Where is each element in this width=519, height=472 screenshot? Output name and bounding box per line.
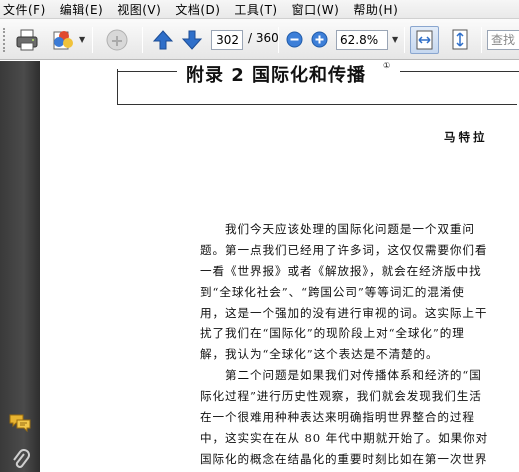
menu-document[interactable]: 文档(D) (175, 1, 220, 18)
comments-button[interactable] (8, 412, 32, 434)
text-line: 国际化的概念在结晶化的重要时刻比如在第一次世界 (200, 451, 488, 466)
print-icon (16, 29, 38, 51)
attachments-button[interactable] (12, 449, 30, 471)
create-pdf-dropdown-icon[interactable]: ▼ (79, 35, 85, 44)
menu-bar: 文件(F) 编辑(E) 视图(V) 文档(D) 工具(T) 窗口(W) 帮助(H… (0, 0, 519, 19)
text-line: 题。第一点我们已经用了许多词，这仅仅需要你们看 (200, 242, 488, 257)
menu-help[interactable]: 帮助(H) (353, 1, 398, 18)
search-input[interactable]: 查找 (487, 30, 519, 50)
page-number-value: 302 (216, 33, 239, 47)
toolbar-grip[interactable] (3, 28, 7, 52)
toolbar-separator (404, 27, 405, 53)
zoom-in-icon (311, 31, 328, 48)
attachments-icon (13, 449, 30, 468)
text-line: 扰了我们在“国际化”的现阶段上对“全球化”的理 (200, 326, 465, 341)
next-page-button[interactable] (180, 28, 204, 52)
text-line: 我们今天应该处理的国际化问题是一个双重问 (200, 222, 475, 236)
next-page-icon (181, 30, 203, 50)
appendix-title: 附录 2 国际化和传播 (186, 65, 367, 86)
text-line: 到“全球化社会”、“跨国公司”等等词汇的混淆使 (200, 284, 465, 299)
document-page[interactable]: 附录 2 国际化和传播 ① 马特拉 我们今天应该处理的国际化问题是一个双重问 题。… (40, 61, 519, 472)
toolbar-separator (92, 27, 93, 53)
fit-width-button[interactable] (410, 26, 439, 54)
page-number-input[interactable]: 302 (211, 30, 243, 50)
comments-icon (9, 414, 31, 433)
footnote-mark: ① (383, 61, 391, 70)
zoom-level-value: 62.8% (340, 33, 379, 47)
menu-view[interactable]: 视图(V) (117, 1, 161, 18)
print-button[interactable] (14, 27, 40, 53)
zoom-level-input[interactable]: 62.8% (336, 30, 388, 50)
toolbar-separator (142, 27, 143, 53)
menu-tools[interactable]: 工具(T) (234, 1, 277, 18)
collaborate-icon (106, 29, 128, 51)
fit-page-button[interactable] (446, 26, 474, 54)
zoom-out-button[interactable] (286, 31, 303, 48)
collaborate-button[interactable] (104, 27, 130, 53)
text-line: 际化过程”进行历史性观察，我们就会发现我们生活 (200, 389, 482, 404)
menu-window[interactable]: 窗口(W) (292, 1, 340, 18)
toolbar-separator (278, 27, 279, 53)
create-pdf-icon (53, 31, 73, 50)
text-line: 第二个问题是如果我们对传播体系和经济的“国 (200, 368, 482, 383)
menu-file[interactable]: 文件(F) (3, 1, 46, 18)
total-pages: / 360 (248, 31, 279, 45)
fit-width-icon (416, 30, 433, 50)
heading-rule-right (400, 71, 519, 72)
text-line: 中，这实实在在从 80 年代中期就开始了。如果你对 (200, 430, 489, 445)
navigation-panel (0, 61, 40, 472)
text-line: 一看《世界报》或者《解放报》，就会在经济版中找 (200, 263, 482, 278)
create-pdf-button[interactable] (50, 27, 76, 53)
text-line: 用，这是一个强加的没有进行审视的词。这实际上干 (200, 305, 488, 320)
author-name: 马特拉 (444, 130, 488, 144)
text-line: 解，我认为“全球化”这个表达是不清楚的。 (200, 347, 439, 362)
body-text: 我们今天应该处理的国际化问题是一个双重问 题。第一点我们已经用了许多词，这仅仅需要… (200, 219, 516, 472)
zoom-out-icon (286, 31, 303, 48)
previous-page-icon (152, 30, 174, 50)
heading-rule-left (117, 71, 177, 72)
zoom-dropdown-icon[interactable]: ▼ (392, 35, 398, 44)
toolbar: ▼ 302 / 360 62.8% ▼ 查找 (0, 19, 519, 60)
menu-edit[interactable]: 编辑(E) (60, 1, 103, 18)
zoom-in-button[interactable] (311, 31, 328, 48)
search-placeholder: 查找 (491, 33, 516, 47)
fit-page-icon (452, 29, 468, 50)
toolbar-separator (481, 27, 482, 53)
previous-page-button[interactable] (151, 28, 175, 52)
text-line: 在一个很难用种种表达来明确指明世界整合的过程 (200, 410, 475, 425)
